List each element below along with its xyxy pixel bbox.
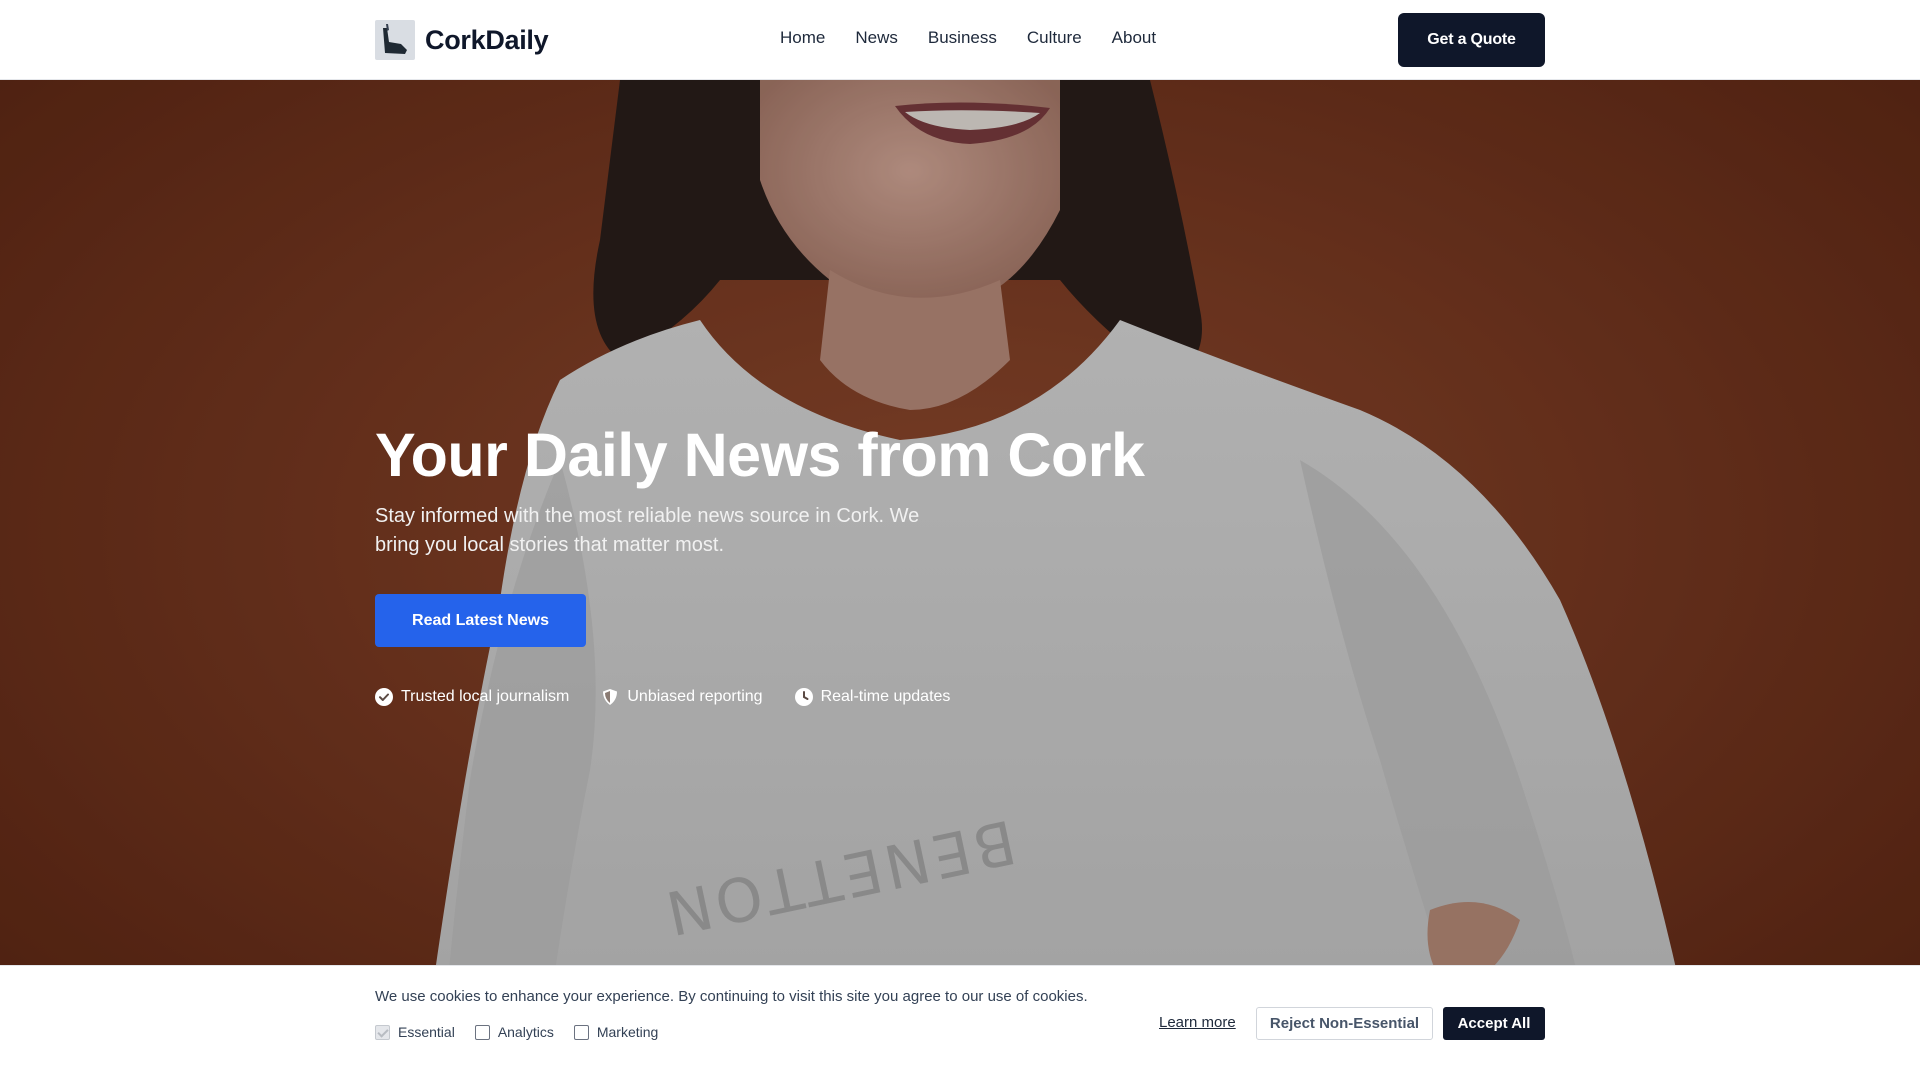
feature-label: Trusted local journalism (401, 688, 570, 705)
hero-overlay (0, 80, 1920, 1080)
essential-checkbox (375, 1024, 390, 1040)
get-quote-button[interactable]: Get a Quote (1398, 13, 1545, 67)
cookie-option-marketing[interactable]: Marketing (573, 1024, 659, 1040)
read-latest-news-button[interactable]: Read Latest News (375, 594, 586, 647)
feature-item: Real-time updates (794, 688, 951, 706)
feature-item: Trusted local journalism (375, 688, 569, 706)
cookie-option-label: Essential (398, 1024, 455, 1040)
logo-icon (375, 20, 415, 60)
site-header: CorkDaily Home News Business Culture Abo… (0, 0, 1920, 80)
cookie-option-label: Marketing (596, 1024, 659, 1040)
feature-list: Trusted local journalism Unbiased report… (375, 688, 950, 706)
feature-label: Real-time updates (820, 688, 951, 705)
hero-subtitle: Stay informed with the most reliable new… (375, 505, 920, 556)
learn-more-link[interactable]: Learn more (1159, 1014, 1236, 1031)
cookie-message: We use cookies to enhance your experienc… (375, 988, 1088, 1005)
cookie-option-analytics[interactable]: Analytics (474, 1024, 554, 1040)
accept-all-button[interactable]: Accept All (1443, 1007, 1545, 1040)
cookie-option-label: Analytics (497, 1024, 554, 1040)
nav-business[interactable]: Business (928, 28, 997, 48)
brand-name: CorkDaily (425, 24, 549, 55)
nav-about[interactable]: About (1112, 28, 1156, 48)
nav-news[interactable]: News (855, 28, 898, 48)
nav-home[interactable]: Home (780, 28, 825, 48)
feature-item: Unbiased reporting (601, 688, 763, 706)
cookie-banner: We use cookies to enhance your experienc… (0, 965, 1920, 1080)
main-nav: Home News Business Culture About (780, 28, 1156, 48)
check-circle-icon (375, 688, 393, 706)
reject-non-essential-button[interactable]: Reject Non-Essential (1256, 1007, 1433, 1040)
marketing-checkbox[interactable] (573, 1024, 589, 1040)
shield-icon (603, 689, 618, 705)
feature-label: Unbiased reporting (627, 688, 763, 705)
clock-icon (794, 688, 813, 706)
logo[interactable]: CorkDaily (375, 20, 549, 60)
analytics-checkbox[interactable] (474, 1024, 490, 1040)
hero-title: Your Daily News from Cork (375, 421, 1145, 489)
nav-culture[interactable]: Culture (1027, 28, 1082, 48)
cookie-option-essential: Essential (375, 1024, 455, 1040)
hero-section: BENETTON Your Daily News from Cork Stay … (0, 80, 1920, 1080)
cookie-options: Essential Analytics Marketing (375, 1024, 658, 1040)
